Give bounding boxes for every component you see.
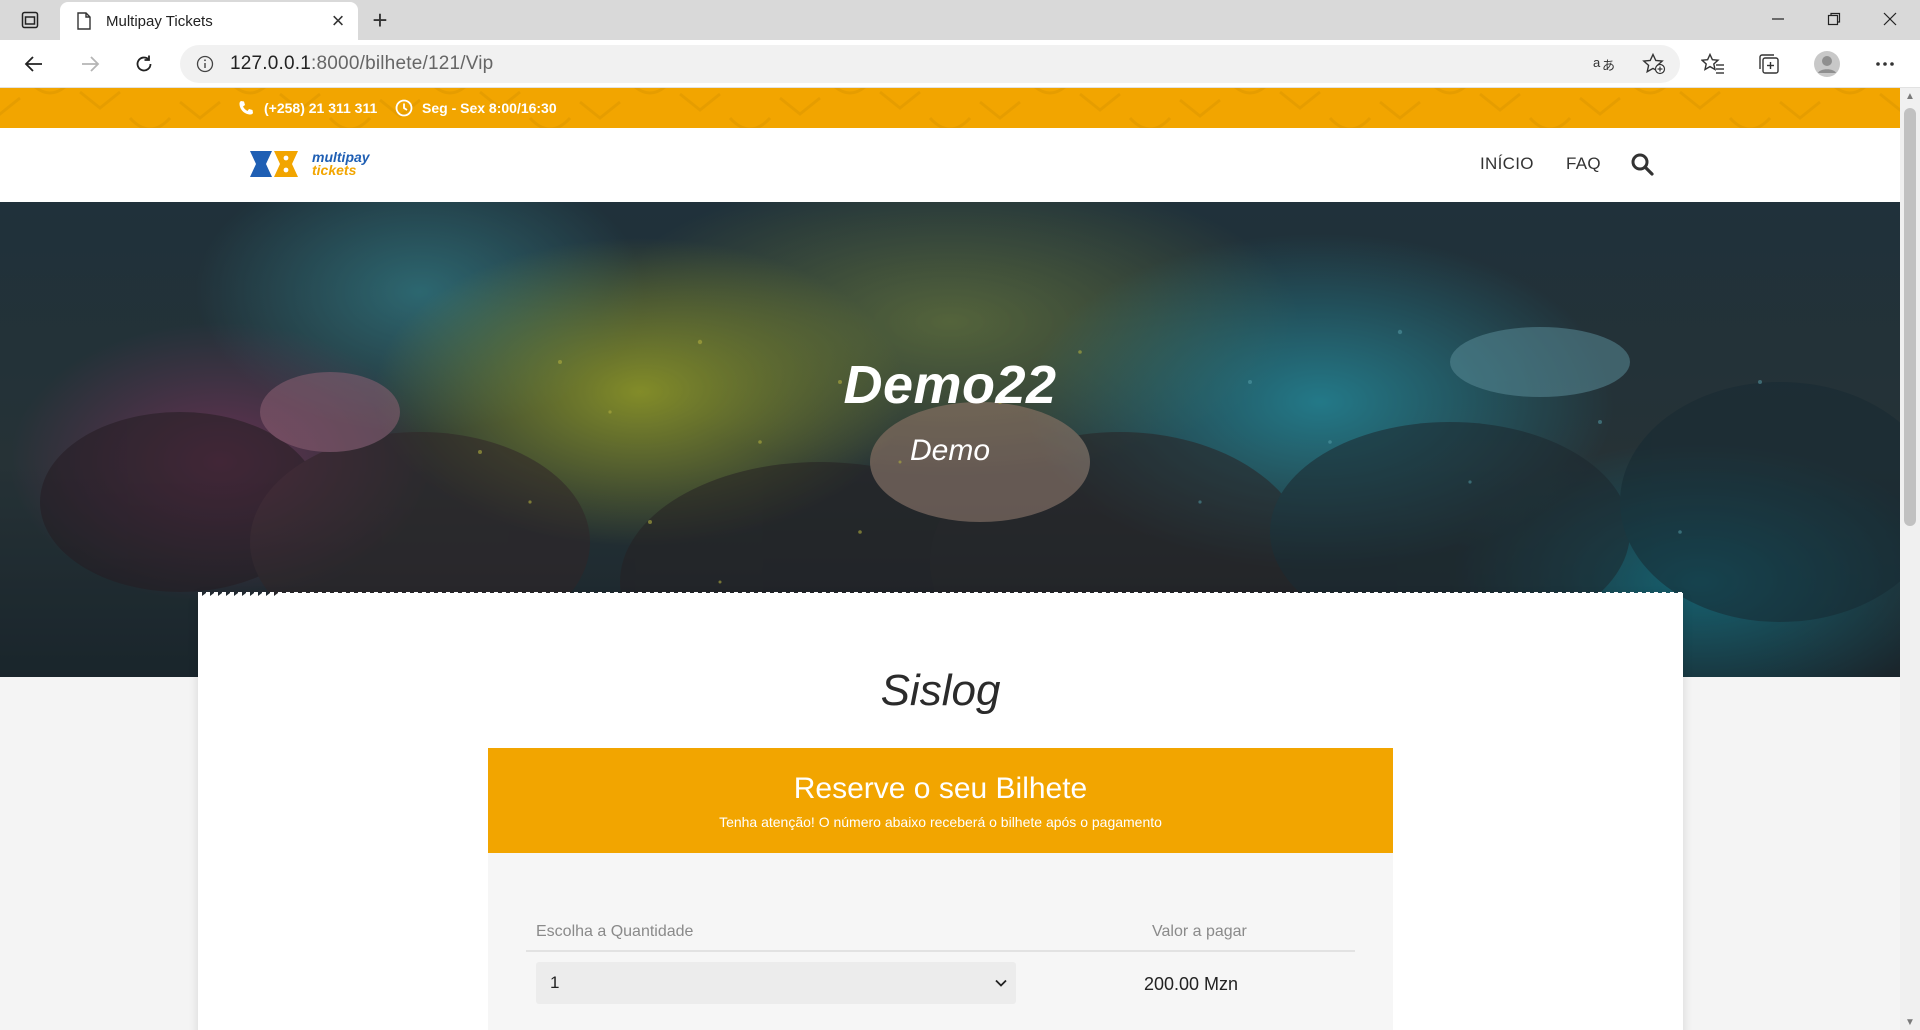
info-icon[interactable]	[194, 53, 216, 75]
url-path: :8000/bilhete/121/Vip	[311, 53, 494, 74]
quantity-label: Escolha a Quantidade	[536, 923, 694, 940]
event-subtitle: Demo	[909, 434, 991, 467]
reservation-header: Reserve o seu Bilhete Tenha atenção! O n…	[488, 748, 1393, 853]
svg-text:a: a	[1593, 55, 1601, 70]
hours-text: Seg - Sex 8:00/16:30	[422, 100, 557, 116]
nav-faq-link[interactable]: FAQ	[1566, 154, 1601, 174]
page-viewport: (+258) 21 311 311 Seg - Sex 8:00/16:30 m…	[0, 88, 1900, 1030]
office-hours: Seg - Sex 8:00/16:30	[394, 88, 557, 128]
url-host: 127.0.0.1	[230, 53, 312, 74]
multipay-logo[interactable]: multipay tickets	[248, 144, 378, 184]
close-icon[interactable]: ×	[324, 7, 352, 35]
collections-icon[interactable]	[1752, 48, 1786, 80]
reservation-title: Reserve o seu Bilhete	[793, 772, 1088, 805]
chevron-down-icon	[986, 968, 1016, 998]
ticket-card: Sislog Reserve o seu Bilhete Tenha atenç…	[198, 592, 1683, 1030]
address-toolbar: 127.0.0.1:8000/bilhete/121/Vip aあ	[0, 40, 1920, 88]
forward-icon[interactable]	[72, 46, 108, 82]
search-icon[interactable]	[1628, 150, 1656, 178]
back-icon[interactable]	[16, 46, 52, 82]
tab-actions-icon[interactable]	[12, 6, 48, 34]
event-title: Demo22	[843, 355, 1057, 415]
read-aloud-icon[interactable]: aあ	[1588, 51, 1620, 77]
amount-value: 200.00 Mzn	[1144, 974, 1239, 994]
scroll-down-icon[interactable]: ▼	[1900, 1014, 1920, 1030]
scrollbar-thumb[interactable]	[1904, 108, 1916, 526]
document-icon	[74, 11, 94, 31]
card-zigzag-edge	[198, 592, 1683, 598]
quantity-value: 1	[550, 973, 560, 992]
nav-inicio-link[interactable]: INÍCIO	[1480, 154, 1534, 174]
quantity-select[interactable]: 1	[536, 962, 1016, 1004]
favorites-icon[interactable]	[1696, 48, 1730, 80]
minimize-icon[interactable]	[1750, 0, 1806, 38]
logo-mark-icon	[250, 151, 298, 177]
svg-text:あ: あ	[1602, 58, 1615, 73]
browser-tab[interactable]: Multipay Tickets ×	[60, 2, 358, 40]
more-icon[interactable]	[1868, 48, 1902, 80]
phone-icon	[236, 98, 256, 118]
tab-title: Multipay Tickets	[106, 12, 213, 30]
url-text: 127.0.0.1:8000/bilhete/121/Vip	[230, 53, 493, 75]
refresh-icon[interactable]	[126, 46, 162, 82]
site-navbar: multipay tickets INÍCIO FAQ	[0, 128, 1900, 202]
amount-label: Valor a pagar	[1152, 923, 1247, 940]
browser-tab-bar: Multipay Tickets × +	[0, 0, 1920, 40]
reservation-notice: Tenha atenção! O número abaixo receberá …	[719, 814, 1162, 830]
profile-icon[interactable]	[1810, 48, 1844, 80]
address-bar[interactable]: 127.0.0.1:8000/bilhete/121/Vip aあ	[180, 45, 1680, 83]
reservation-panel: Reserve o seu Bilhete Tenha atenção! O n…	[488, 748, 1393, 1030]
organizer-title: Sislog	[880, 666, 1001, 715]
form-divider	[526, 950, 1355, 952]
clock-icon	[394, 98, 414, 118]
plus-icon[interactable]: +	[364, 4, 396, 36]
add-favorite-icon[interactable]	[1638, 51, 1670, 77]
page-scrollbar[interactable]: ▲ ▼	[1900, 88, 1920, 1030]
close-window-icon[interactable]	[1862, 0, 1918, 38]
phone-number: (+258) 21 311 311	[264, 100, 378, 116]
restore-icon[interactable]	[1806, 0, 1862, 38]
logo-text-tickets: tickets	[312, 162, 357, 178]
contact-strip: (+258) 21 311 311 Seg - Sex 8:00/16:30	[0, 88, 1900, 128]
scroll-up-icon[interactable]: ▲	[1900, 88, 1920, 104]
phone-contact: (+258) 21 311 311	[236, 88, 377, 128]
